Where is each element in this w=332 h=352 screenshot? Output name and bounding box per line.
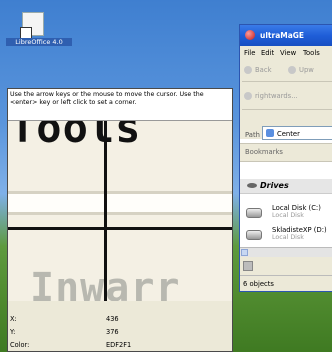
hard-disk-icon bbox=[246, 208, 262, 218]
zoom-view[interactable]: Tools Inwarr bbox=[8, 121, 232, 301]
drive-item-c[interactable]: Local Disk (C:) Local Disk bbox=[240, 202, 332, 224]
drive-name: SkladisteXP (D:) bbox=[272, 226, 327, 234]
panel-toggle-button[interactable] bbox=[243, 261, 253, 271]
drive-group-icon bbox=[247, 183, 257, 188]
back-button[interactable]: Back bbox=[244, 66, 272, 74]
menu-file[interactable]: File bbox=[244, 49, 255, 57]
horizontal-scrollbar[interactable] bbox=[240, 247, 332, 257]
crosshair-horizontal bbox=[8, 227, 232, 230]
center-icon bbox=[266, 129, 274, 137]
y-label: Y: bbox=[10, 328, 16, 336]
address-hint-text: rightwards... bbox=[255, 92, 298, 100]
bookmarks-label: Bookmarks bbox=[245, 148, 283, 156]
y-value: 376 bbox=[106, 328, 119, 336]
ultramage-window: ultraMaGE File Edit View Tools Back Upw … bbox=[239, 24, 332, 292]
bookmarks-bar[interactable]: Bookmarks bbox=[240, 143, 332, 162]
toolbar-separator bbox=[242, 109, 332, 110]
x-value: 436 bbox=[106, 315, 119, 323]
zoomed-text-top: Tools bbox=[10, 121, 142, 152]
menu-tools[interactable]: Tools bbox=[303, 49, 320, 57]
forward-arrow-icon bbox=[244, 92, 252, 100]
path-label: Path bbox=[245, 131, 260, 139]
menu-view[interactable]: View bbox=[280, 49, 296, 57]
app-icon bbox=[245, 30, 255, 40]
address-hint[interactable]: rightwards... bbox=[244, 92, 298, 100]
drive-name: Local Disk (C:) bbox=[272, 204, 321, 212]
readout-color: Color: EDF2F1 bbox=[8, 341, 232, 352]
title-bar[interactable]: ultraMaGE bbox=[240, 25, 332, 46]
color-label: Color: bbox=[10, 341, 30, 349]
hard-disk-icon bbox=[246, 230, 262, 240]
toolbar-separator bbox=[242, 81, 332, 82]
drive-item-d[interactable]: SkladisteXP (D:) Local Disk bbox=[240, 224, 332, 246]
drive-type: Local Disk bbox=[272, 212, 304, 219]
drive-type: Local Disk bbox=[272, 234, 304, 241]
drives-label: Drives bbox=[260, 181, 289, 190]
scroll-left-icon[interactable] bbox=[241, 249, 248, 256]
menu-edit[interactable]: Edit bbox=[261, 49, 274, 57]
up-button[interactable]: Upw bbox=[288, 66, 314, 74]
drives-header[interactable]: Drives bbox=[240, 179, 332, 194]
window-title: ultraMaGE bbox=[260, 31, 305, 40]
magnifier-panel: Use the arrow keys or the mouse to move … bbox=[7, 88, 233, 352]
path-combo[interactable]: Center bbox=[262, 126, 332, 140]
libreoffice-icon[interactable] bbox=[20, 12, 44, 39]
desktop-icon-label: LibreOffice 4.0 bbox=[6, 38, 72, 46]
status-text: 6 objects bbox=[243, 280, 274, 288]
back-arrow-icon bbox=[244, 66, 252, 74]
readout-y: Y: 376 bbox=[8, 328, 232, 339]
color-value: EDF2F1 bbox=[106, 341, 132, 349]
folder-up-icon bbox=[288, 66, 296, 74]
status-bar: 6 objects bbox=[240, 275, 332, 291]
x-label: X: bbox=[10, 315, 17, 323]
up-label: Upw bbox=[299, 66, 314, 74]
menu-bar: File Edit View Tools bbox=[240, 46, 332, 59]
back-label: Back bbox=[255, 66, 272, 74]
crosshair-vertical bbox=[104, 121, 107, 301]
path-value: Center bbox=[277, 130, 300, 138]
zoom-band bbox=[8, 191, 232, 215]
readout-x: X: 436 bbox=[8, 315, 232, 326]
lower-toolbar bbox=[240, 257, 332, 275]
instructions-text: Use the arrow keys or the mouse to move … bbox=[8, 89, 232, 121]
